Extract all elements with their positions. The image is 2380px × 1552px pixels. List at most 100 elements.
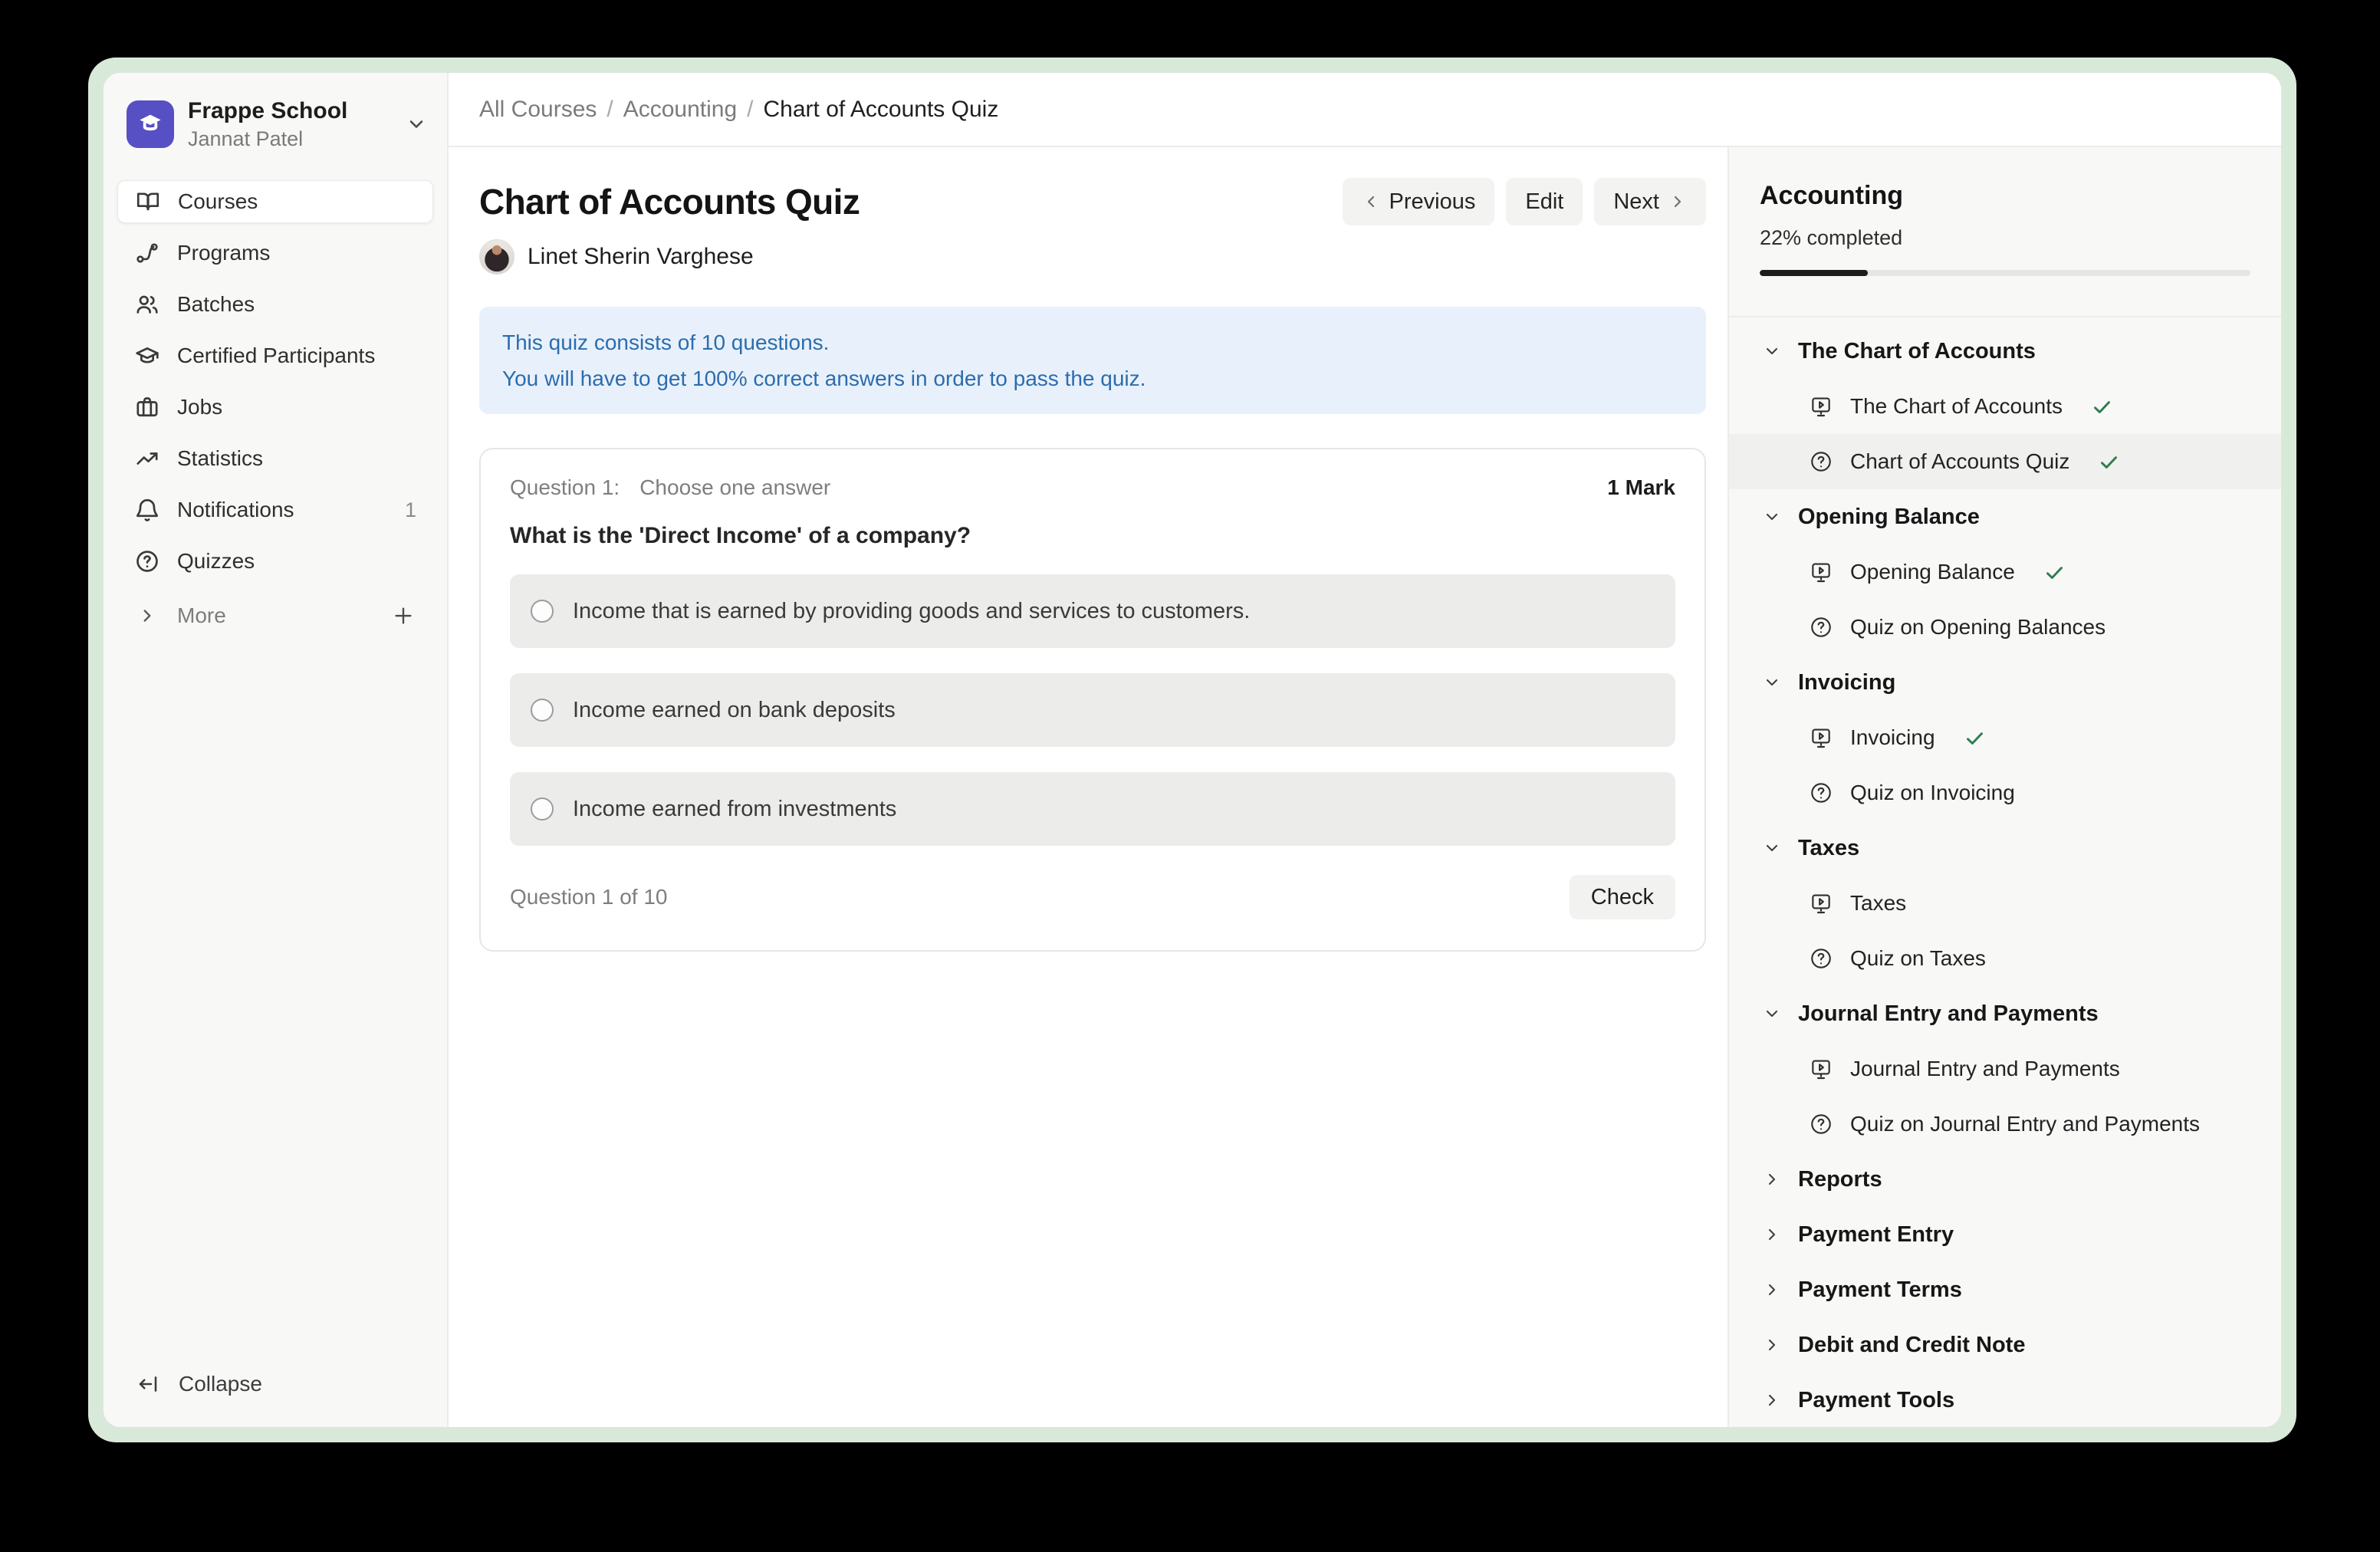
previous-label: Previous bbox=[1389, 189, 1476, 215]
briefcase-icon bbox=[134, 394, 160, 420]
radio-button[interactable] bbox=[531, 699, 554, 722]
sidebar-item-quizzes[interactable]: Quizzes bbox=[117, 540, 433, 583]
previous-button[interactable]: Previous bbox=[1343, 178, 1495, 225]
workspace-switcher[interactable]: Frappe School Jannat Patel bbox=[104, 73, 447, 151]
quiz-icon bbox=[1809, 449, 1833, 474]
outline-section-journal-entry-and-payments[interactable]: Journal Entry and Payments bbox=[1729, 986, 2281, 1041]
answer-option-label: Income earned on bank deposits bbox=[573, 698, 896, 723]
answer-options: Income that is earned by providing goods… bbox=[510, 574, 1675, 846]
answer-option-label: Income that is earned by providing goods… bbox=[573, 599, 1250, 624]
breadcrumb: All Courses / Accounting / Chart of Acco… bbox=[479, 97, 998, 123]
outline-section-payment-terms[interactable]: Payment Terms bbox=[1729, 1262, 2281, 1317]
breadcrumb-accounting[interactable]: Accounting bbox=[623, 97, 737, 123]
question-number-label: Question 1: bbox=[510, 475, 620, 500]
outline-item-quiz-on-taxes[interactable]: Quiz on Taxes bbox=[1729, 931, 2281, 986]
outline-item-label: Journal Entry and Payments bbox=[1850, 1057, 2120, 1081]
quiz-icon bbox=[1809, 1112, 1833, 1136]
sidebar-item-courses[interactable]: Courses bbox=[117, 180, 433, 223]
outline-item-quiz-on-invoicing[interactable]: Quiz on Invoicing bbox=[1729, 765, 2281, 820]
more-label: More bbox=[177, 603, 226, 628]
body-row: Chart of Accounts Quiz Previous Edit bbox=[449, 147, 2281, 1427]
answer-option-2[interactable]: Income earned on bank deposits bbox=[510, 673, 1675, 747]
outline-section-taxes[interactable]: Taxes bbox=[1729, 820, 2281, 876]
check-button[interactable]: Check bbox=[1570, 875, 1675, 919]
outline-item-the-chart-of-accounts[interactable]: The Chart of Accounts bbox=[1729, 379, 2281, 434]
chevron-right-icon bbox=[1763, 1391, 1781, 1409]
course-outline-list: The Chart of AccountsThe Chart of Accoun… bbox=[1729, 317, 2281, 1427]
workspace-text: Frappe School Jannat Patel bbox=[188, 97, 392, 151]
instructor-name: Linet Sherin Varghese bbox=[528, 244, 754, 270]
outline-section-the-chart-of-accounts[interactable]: The Chart of Accounts bbox=[1729, 324, 2281, 379]
answer-option-3[interactable]: Income earned from investments bbox=[510, 772, 1675, 846]
quiz-info-line: You will have to get 100% correct answer… bbox=[502, 360, 1683, 396]
outline-item-label: Invoicing bbox=[1850, 725, 1935, 750]
question-progress: Question 1 of 10 bbox=[510, 885, 667, 909]
plus-icon[interactable] bbox=[392, 604, 415, 627]
answer-option-1[interactable]: Income that is earned by providing goods… bbox=[510, 574, 1675, 648]
sidebar-spacer bbox=[104, 637, 447, 1363]
completed-check-icon bbox=[2092, 396, 2112, 417]
outline-section-title: Journal Entry and Payments bbox=[1798, 1001, 2099, 1027]
outline-item-chart-of-accounts-quiz[interactable]: Chart of Accounts Quiz bbox=[1729, 434, 2281, 489]
sidebar-item-statistics[interactable]: Statistics bbox=[117, 437, 433, 480]
next-label: Next bbox=[1613, 189, 1659, 215]
app-window-frame: Frappe School Jannat Patel Courses Progra… bbox=[88, 58, 2296, 1442]
breadcrumb-separator: / bbox=[607, 97, 613, 123]
course-progress-fill bbox=[1760, 270, 1868, 276]
sidebar-item-certified-participants[interactable]: Certified Participants bbox=[117, 334, 433, 377]
outline-section-invoicing[interactable]: Invoicing bbox=[1729, 655, 2281, 710]
outline-section-payment-entry[interactable]: Payment Entry bbox=[1729, 1207, 2281, 1262]
chevron-right-icon bbox=[1668, 192, 1687, 211]
question-marks: 1 Mark bbox=[1607, 475, 1675, 500]
outline-section-reports[interactable]: Reports bbox=[1729, 1152, 2281, 1207]
outline-section-title: Invoicing bbox=[1798, 670, 1895, 695]
edit-button[interactable]: Edit bbox=[1506, 178, 1583, 225]
graduation-cap-icon bbox=[134, 343, 160, 369]
outline-item-opening-balance[interactable]: Opening Balance bbox=[1729, 544, 2281, 600]
outline-section-opening-balance[interactable]: Opening Balance bbox=[1729, 489, 2281, 544]
workspace-user: Jannat Patel bbox=[188, 127, 392, 151]
course-progress-bar bbox=[1760, 270, 2250, 276]
chevron-right-icon bbox=[1763, 1225, 1781, 1244]
trending-up-icon bbox=[134, 446, 160, 472]
outline-section-title: Payment Tools bbox=[1798, 1388, 1954, 1413]
sidebar-item-programs[interactable]: Programs bbox=[117, 232, 433, 275]
collapse-sidebar-button[interactable]: Collapse bbox=[117, 1363, 433, 1406]
notification-count-badge: 1 bbox=[405, 498, 416, 522]
outline-section-debit-and-credit-note[interactable]: Debit and Credit Note bbox=[1729, 1317, 2281, 1373]
completed-check-icon bbox=[2099, 452, 2119, 472]
outline-item-quiz-on-opening-balances[interactable]: Quiz on Opening Balances bbox=[1729, 600, 2281, 655]
lesson-icon bbox=[1809, 1057, 1833, 1081]
course-progress-text: 22% completed bbox=[1760, 226, 2250, 250]
outline-section-title: Opening Balance bbox=[1798, 505, 1980, 530]
sidebar-item-more[interactable]: More bbox=[117, 594, 433, 637]
quiz-info-box: This quiz consists of 10 questions. You … bbox=[479, 307, 1706, 414]
instructor-avatar bbox=[479, 239, 514, 275]
app-window: Frappe School Jannat Patel Courses Progra… bbox=[104, 73, 2281, 1427]
help-circle-icon bbox=[134, 548, 160, 574]
chevron-down-icon bbox=[406, 113, 427, 135]
sidebar-item-jobs[interactable]: Jobs bbox=[117, 386, 433, 429]
chevron-right-icon bbox=[1763, 1170, 1781, 1189]
outline-item-journal-entry-and-payments[interactable]: Journal Entry and Payments bbox=[1729, 1041, 2281, 1097]
next-button[interactable]: Next bbox=[1594, 178, 1706, 225]
radio-button[interactable] bbox=[531, 797, 554, 820]
radio-button[interactable] bbox=[531, 600, 554, 623]
bell-icon bbox=[134, 497, 160, 523]
breadcrumb-current: Chart of Accounts Quiz bbox=[764, 97, 999, 123]
outline-item-label: Quiz on Invoicing bbox=[1850, 781, 2015, 805]
outline-item-invoicing[interactable]: Invoicing bbox=[1729, 710, 2281, 765]
outline-item-label: Opening Balance bbox=[1850, 560, 2015, 584]
outline-item-taxes[interactable]: Taxes bbox=[1729, 876, 2281, 931]
outline-item-quiz-on-journal-entry-and-payments[interactable]: Quiz on Journal Entry and Payments bbox=[1729, 1097, 2281, 1152]
course-title: Accounting bbox=[1760, 181, 2250, 211]
question-instruction: Choose one answer bbox=[639, 475, 830, 500]
breadcrumb-all-courses[interactable]: All Courses bbox=[479, 97, 597, 123]
quiz-icon bbox=[1809, 781, 1833, 805]
workspace-title: Frappe School bbox=[188, 97, 392, 125]
sidebar-item-batches[interactable]: Batches bbox=[117, 283, 433, 326]
chevron-down-icon bbox=[1763, 1005, 1781, 1023]
sidebar-item-notifications[interactable]: Notifications1 bbox=[117, 488, 433, 531]
outline-section-payment-tools[interactable]: Payment Tools bbox=[1729, 1373, 2281, 1427]
frappe-school-logo bbox=[127, 100, 174, 148]
